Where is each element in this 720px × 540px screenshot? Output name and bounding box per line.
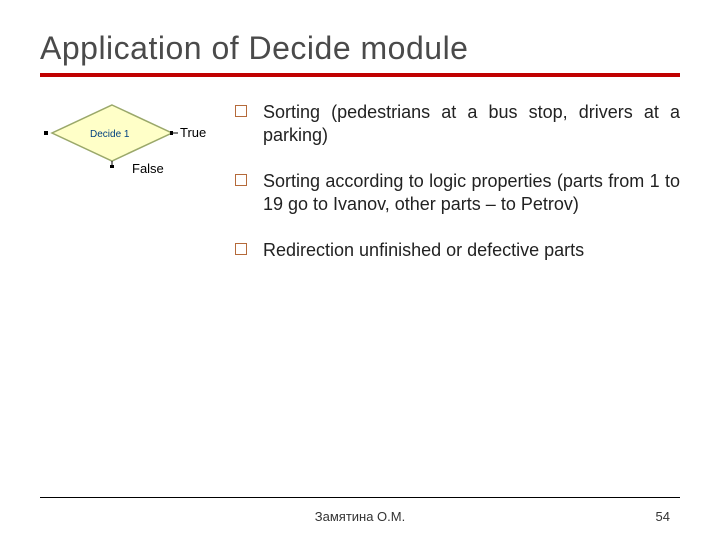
diagram-area: Decide 1 True False xyxy=(40,97,225,286)
bullet-text: Redirection unfinished or defective part… xyxy=(263,239,680,262)
content-row: Decide 1 True False Sorting (pedestrians… xyxy=(40,97,680,286)
bullet-square-icon xyxy=(235,174,247,186)
footer-divider xyxy=(40,497,680,498)
list-item: Sorting according to logic properties (p… xyxy=(235,170,680,215)
bullet-list-area: Sorting (pedestrians at a bus stop, driv… xyxy=(235,97,680,286)
bullet-text: Sorting (pedestrians at a bus stop, driv… xyxy=(263,101,680,146)
false-branch-label: False xyxy=(132,161,164,176)
slide: Application of Decide module Decide 1 Tr… xyxy=(0,0,720,540)
bullet-list: Sorting (pedestrians at a bus stop, driv… xyxy=(235,101,680,262)
true-branch-label: True xyxy=(180,125,206,140)
bullet-square-icon xyxy=(235,105,247,117)
title-underline xyxy=(40,73,680,77)
connector-dot-left xyxy=(44,131,48,135)
page-number: 54 xyxy=(656,509,670,524)
list-item: Redirection unfinished or defective part… xyxy=(235,239,680,262)
slide-title: Application of Decide module xyxy=(40,30,680,67)
bullet-text: Sorting according to logic properties (p… xyxy=(263,170,680,215)
footer-author: Замятина О.М. xyxy=(0,509,720,524)
list-item: Sorting (pedestrians at a bus stop, driv… xyxy=(235,101,680,146)
decide-node-label: Decide 1 xyxy=(90,129,129,140)
decide-module-diagram: Decide 1 True False xyxy=(40,103,220,183)
bullet-square-icon xyxy=(235,243,247,255)
